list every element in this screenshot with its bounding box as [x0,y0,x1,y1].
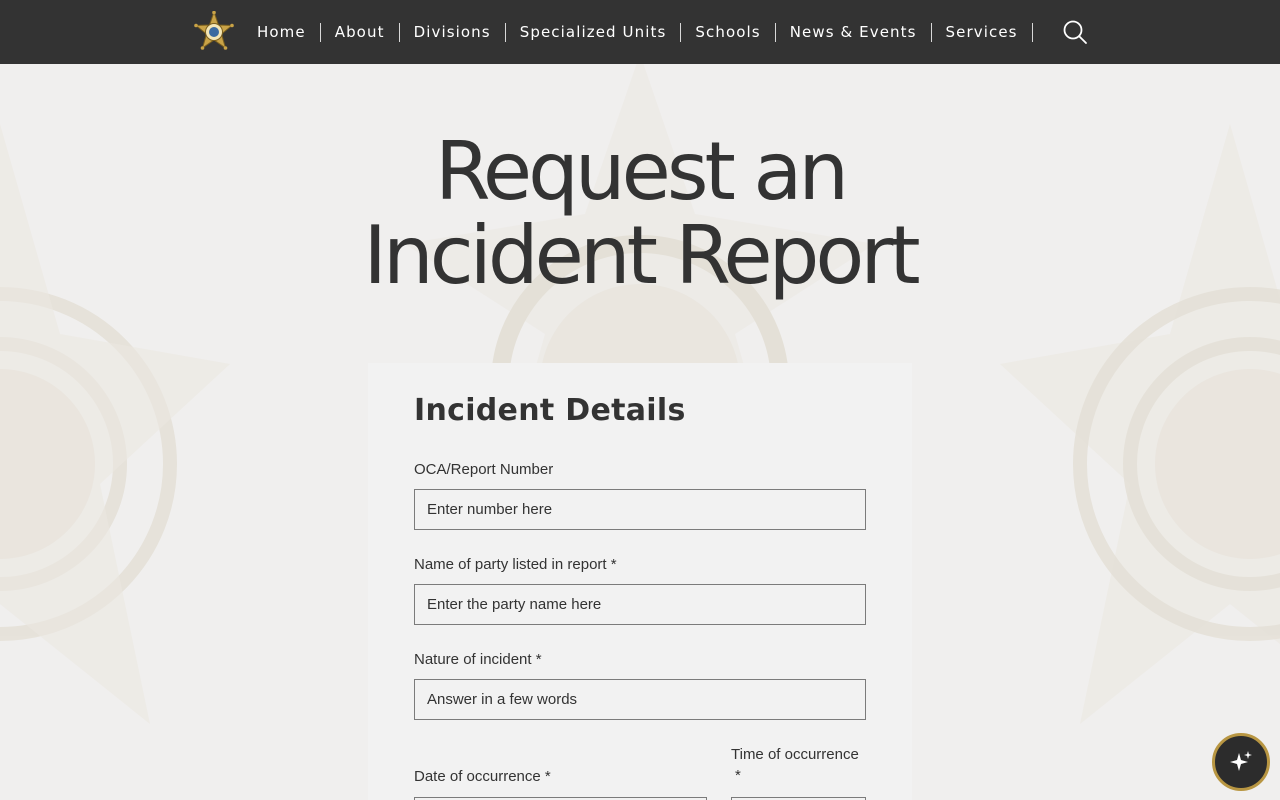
nav-specialized-units[interactable]: Specialized Units [506,22,682,42]
sparkle-icon [1230,751,1252,771]
section-title: Incident Details [414,393,686,428]
search-icon[interactable] [1062,19,1088,45]
nav-schools[interactable]: Schools [681,22,776,42]
oca-report-number-input[interactable] [414,489,866,530]
oca-report-number-label: OCA/Report Number [414,461,554,478]
party-name-label: Name of party listed in report * [414,556,617,573]
nav-news-events[interactable]: News & Events [776,22,932,42]
main-menu: Home About Divisions Specialized Units S… [243,0,1033,64]
nature-of-incident-input[interactable] [414,679,866,720]
page-title: Request an Incident Report [0,130,1280,298]
date-of-occurrence-label: Date of occurrence * [414,768,551,785]
nav-divisions[interactable]: Divisions [400,22,506,42]
assistant-fab-button[interactable] [1212,733,1270,791]
nav-about[interactable]: About [321,22,400,42]
nature-of-incident-label: Nature of incident * [414,651,542,668]
time-of-occurrence-label: Time of occurrence [731,746,859,763]
nav-home[interactable]: Home [243,22,321,42]
page-title-line-2: Incident Report [363,209,920,302]
sheriff-star-badge-icon[interactable] [193,11,235,53]
page-title-line-1: Request an [434,125,849,218]
nav-services[interactable]: Services [932,22,1033,42]
top-navigation-bar: Home About Divisions Specialized Units S… [0,0,1280,64]
time-of-occurrence-required-mark: * [735,767,741,784]
incident-form-card [368,363,912,800]
party-name-input[interactable] [414,584,866,625]
